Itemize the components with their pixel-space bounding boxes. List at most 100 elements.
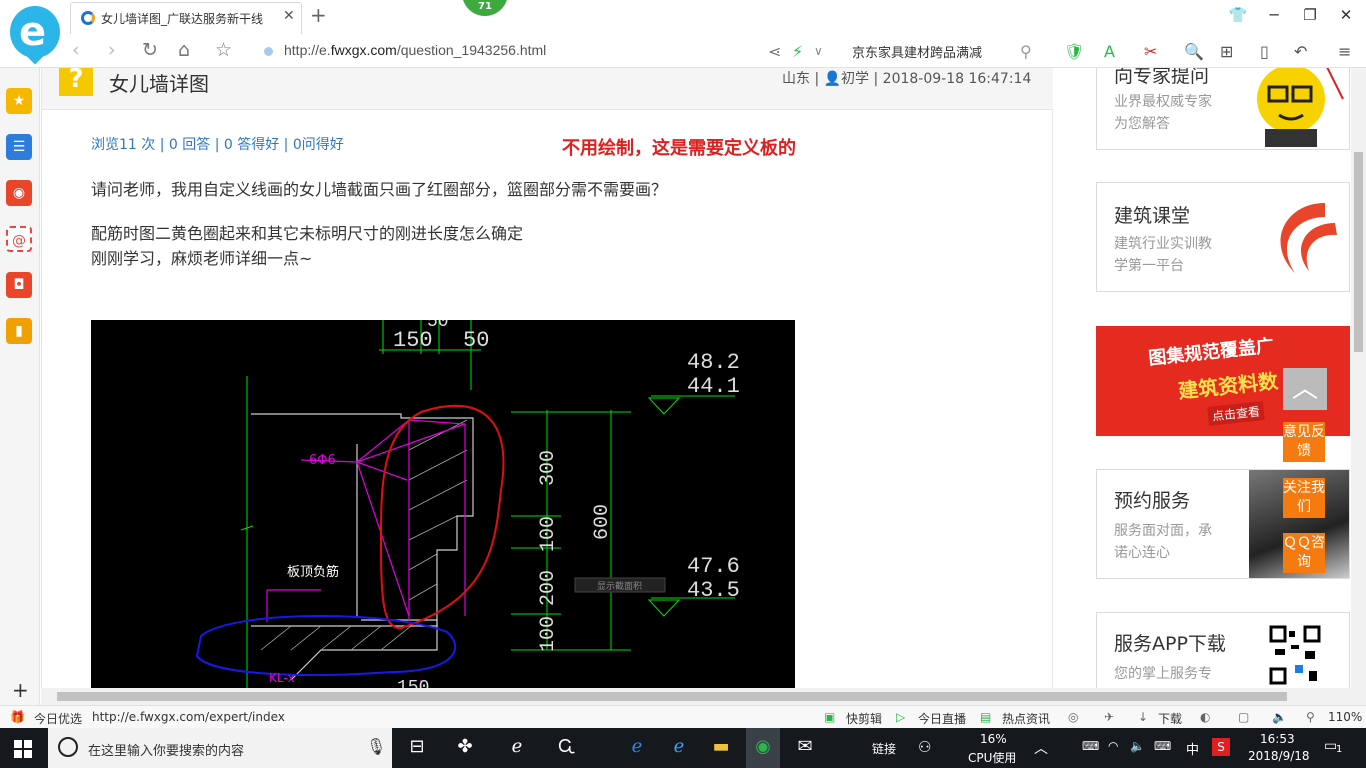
- banner-line-1: 图集规范覆盖广: [1147, 335, 1275, 370]
- clock-date[interactable]: 2018/9/18: [1248, 749, 1310, 763]
- gift-icon[interactable]: 🎁: [10, 710, 25, 724]
- question-line-2: 配筋时图二黄色圈起来和其它未标明尺寸的刚进长度怎么确定: [91, 224, 524, 243]
- cad-bottom-label: 150: [397, 678, 429, 688]
- weibo-icon[interactable]: ◉: [6, 180, 32, 206]
- minimize-icon[interactable]: ─: [1264, 6, 1284, 24]
- ie-icon[interactable]: ℯ: [666, 736, 692, 760]
- qq-consult-button[interactable]: ＱＱ咨询: [1283, 533, 1325, 573]
- tab-close-icon[interactable]: ✕: [283, 8, 295, 24]
- microphone-icon[interactable]: 🎙: [366, 737, 386, 756]
- quick-clip[interactable]: 快剪辑: [846, 710, 882, 727]
- task-view-icon[interactable]: ⊟: [404, 736, 430, 760]
- question-stats[interactable]: 浏览11 次 | 0 回答 | 0 答得好 | 0问得好: [91, 134, 344, 154]
- horizontal-scroll-thumb[interactable]: [57, 692, 1287, 701]
- app-card[interactable]: 服务APP下载 您的掌上服务专: [1096, 612, 1350, 688]
- volume-icon[interactable]: 🔈: [1272, 710, 1287, 724]
- ie-mode-icon[interactable]: ◐: [1200, 710, 1210, 724]
- refresh-icon[interactable]: ↻: [142, 39, 158, 61]
- today-live[interactable]: 今日直播: [918, 710, 966, 727]
- course-card[interactable]: 建筑课堂 建筑行业实训教 学第一平台: [1096, 182, 1350, 292]
- url-input[interactable]: http://e.fwxgx.com/question_1943256.html: [258, 39, 758, 63]
- horizontal-scrollbar[interactable]: [41, 688, 1366, 705]
- menu-icon[interactable]: ≡: [1338, 42, 1351, 61]
- url-path: /question_1943256.html: [396, 42, 547, 58]
- speaker-icon[interactable]: 🔈: [1130, 739, 1145, 753]
- cad-drawing-image: 显示截面积 150 50 50 48.2 44.1 47.6 43.5 150 …: [91, 320, 795, 688]
- back-to-top-button[interactable]: ︿: [1283, 368, 1327, 410]
- home-icon[interactable]: ⌂: [178, 39, 190, 61]
- news-list-icon[interactable]: ☰: [6, 134, 32, 160]
- dropdown-icon[interactable]: ∨: [814, 44, 823, 58]
- feedback-button[interactable]: 意见反馈: [1283, 422, 1325, 462]
- device-icon[interactable]: ⌨: [1082, 739, 1099, 753]
- speed-icon[interactable]: ◎: [1068, 710, 1078, 724]
- tab-title: 女儿墙详图_广联达服务新干线: [101, 12, 264, 26]
- cad-rebar-label: 6Φ6: [309, 453, 336, 468]
- back-icon[interactable]: ‹: [72, 39, 80, 61]
- wifi-icon[interactable]: ◠: [1108, 739, 1118, 753]
- sogou-icon[interactable]: S: [1212, 738, 1230, 756]
- active-browser-icon[interactable]: ◉: [746, 728, 780, 768]
- browser-tab[interactable]: 女儿墙详图_广联达服务新干线 ✕: [70, 2, 302, 34]
- search-icon[interactable]: ⚲: [1020, 42, 1032, 61]
- cad-slab-label: 板顶负筋: [287, 564, 339, 580]
- add-sidebar-icon[interactable]: +: [12, 678, 29, 702]
- cortana-icon[interactable]: [58, 737, 78, 757]
- apps-grid-icon[interactable]: ⊞: [1220, 42, 1233, 61]
- scissors-icon[interactable]: ✂: [1144, 42, 1157, 61]
- translate-icon[interactable]: A: [1104, 42, 1115, 61]
- browser-e-icon[interactable]: ℯ: [504, 736, 530, 760]
- question-line-3: 刚刚学习，麻烦老师详细一点~: [91, 249, 313, 268]
- undo-icon[interactable]: ↶: [1294, 42, 1307, 61]
- zoom-level[interactable]: 110%: [1328, 710, 1362, 724]
- share-icon[interactable]: ⋖: [768, 42, 781, 61]
- window-icon[interactable]: ▢: [1238, 710, 1249, 724]
- lightning-icon[interactable]: ⚡: [792, 42, 803, 61]
- cad-dim-100-lower: 100: [537, 616, 560, 652]
- restore-icon[interactable]: ❐: [1300, 6, 1320, 24]
- pinwheel-app-icon[interactable]: ✤: [452, 736, 478, 760]
- forward-icon[interactable]: ›: [108, 39, 116, 61]
- cad-ghost-label: 显示截面积: [597, 580, 642, 592]
- edge-icon[interactable]: ℯ: [624, 736, 650, 760]
- vertical-scrollbar[interactable]: [1351, 68, 1366, 688]
- browser-logo[interactable]: e: [10, 6, 60, 65]
- new-tab-button[interactable]: +: [310, 3, 327, 27]
- tray-expand-icon[interactable]: ︿: [1034, 738, 1048, 758]
- pin-icon[interactable]: ✈: [1104, 710, 1114, 724]
- skin-shirt-icon[interactable]: 👕: [1228, 6, 1248, 24]
- course-sub-1: 建筑行业实训教: [1114, 236, 1212, 252]
- notebook-icon[interactable]: ▮: [6, 318, 32, 344]
- people-icon[interactable]: ⚇: [918, 738, 931, 756]
- windows-start-icon[interactable]: [14, 740, 32, 758]
- course-title: 建筑课堂: [1114, 205, 1191, 227]
- today-picks[interactable]: 今日优选: [34, 710, 82, 727]
- download-label[interactable]: 下载: [1158, 710, 1182, 727]
- follow-button[interactable]: 关注我们: [1283, 478, 1325, 518]
- keyboard-icon[interactable]: ⌨: [1154, 739, 1171, 753]
- magnifier-icon[interactable]: 🔍: [1184, 42, 1204, 61]
- question-meta: 山东 | 👤初学 | 2018-09-18 16:47:14: [782, 71, 1032, 87]
- reader-icon[interactable]: ▯: [1260, 42, 1269, 61]
- course-logo-icon: [1280, 203, 1337, 273]
- shield-icon[interactable]: 🛡: [1064, 42, 1084, 61]
- mail-icon[interactable]: @: [6, 226, 32, 252]
- file-explorer-icon[interactable]: ▬: [708, 736, 734, 760]
- clock-time[interactable]: 16:53: [1260, 732, 1295, 746]
- taskbar-link[interactable]: 链接: [872, 740, 896, 757]
- close-window-icon[interactable]: ✕: [1336, 6, 1356, 24]
- expert-card[interactable]: 向专家提问 业界最权威专家 为您解答: [1096, 68, 1350, 150]
- speed-badge[interactable]: 71: [462, 0, 508, 16]
- banner-button[interactable]: 点击查看: [1207, 401, 1265, 426]
- hot-news[interactable]: 热点资讯: [1002, 710, 1050, 727]
- mail-app-icon[interactable]: ✉: [792, 736, 818, 760]
- favorite-star-icon[interactable]: ☆: [215, 39, 232, 61]
- search-suggestion[interactable]: 京东家具建材跨品满减: [852, 42, 982, 61]
- game-icon[interactable]: ◘: [6, 272, 32, 298]
- ime-indicator[interactable]: 中: [1186, 739, 1199, 758]
- taskbar-search-box[interactable]: 在这里输入你要搜索的内容 🎙: [48, 728, 392, 768]
- spiral-app-icon[interactable]: Ꮹ: [554, 736, 580, 760]
- app-title: 服务APP下载: [1114, 633, 1226, 655]
- vertical-scroll-thumb[interactable]: [1354, 152, 1363, 352]
- favorites-star-icon[interactable]: ★: [6, 88, 32, 114]
